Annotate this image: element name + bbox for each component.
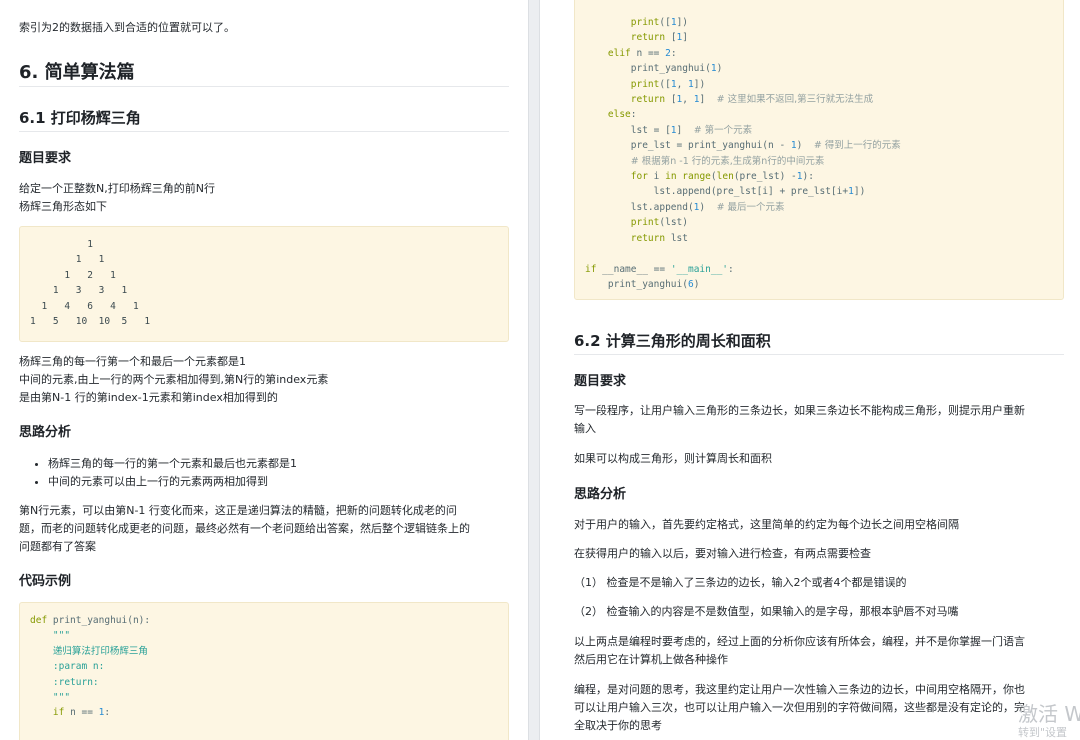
requirements-line-1: 给定一个正整数N,打印杨辉三角的前N行 [19, 182, 215, 195]
analysis-heading: 思路分析 [574, 487, 627, 502]
subsection-title: 6.1 打印杨辉三角 [19, 109, 141, 127]
analysis-bullet-list: 杨辉三角的每一行的第一个元素和最后也元素都是1 中间的元素可以由上一行的元素两两… [30, 455, 297, 491]
description-line-1: 杨辉三角的每一行第一个和最后一个元素都是1 [19, 355, 246, 368]
requirements-heading: 题目要求 [19, 151, 72, 166]
requirements-line-3: 如果可以构成三角形，则计算周长和面积 [574, 452, 772, 465]
section-title: 6. 简单算法篇 [19, 62, 135, 83]
triangle-code-block: 1 1 1 1 2 1 1 3 3 1 1 4 6 4 1 1 5 10 10 … [19, 226, 509, 342]
page-gutter [528, 0, 540, 740]
right-document-page: print([1]) return [1] elif n == 2: print… [540, 0, 1080, 740]
analysis-paragraph-1: 对于用户的输入，首先要约定格式，这里简单的约定为每个边长之间用空格间隔 [574, 518, 959, 531]
triangle-rows: 1 1 1 1 2 1 1 3 3 1 1 4 6 4 1 1 5 10 10 … [30, 239, 151, 328]
code-lines: def print_yanghui(n): """ 递归算法打印杨辉三角 :pa… [30, 615, 151, 719]
check-item-1: （1） 检查是不是输入了三条边的边长，输入2个或者4个都是错误的 [574, 576, 907, 589]
code-continuation-block: print([1]) return [1] elif n == 2: print… [574, 0, 1064, 300]
paragraph-line-2: 题，而老的问题转化成更老的问题，最终必然有一个老问题给出答案，然后整个逻辑链条上… [19, 522, 470, 535]
requirements-line-2: 输入 [574, 422, 596, 435]
activation-watermark-title: 激活 W [1018, 702, 1080, 726]
final-line-1: 编程，是对问题的思考，我这里约定让用户一次性输入三条边的边长，中间用空格隔开，你… [574, 683, 1025, 696]
analysis-heading: 思路分析 [19, 425, 72, 440]
final-line-3: 全取决于你的思考 [574, 719, 662, 732]
intro-line: 索引为2的数据插入到合适的位置就可以了。 [19, 21, 235, 34]
paragraph-line-1: 第N行元素，可以由第N-1 行变化而来，这正是递归算法的精髓，把新的问题转化成老… [19, 504, 457, 517]
section-divider [19, 86, 509, 87]
paragraph-line-3: 问题都有了答案 [19, 540, 96, 553]
requirements-line-2: 杨辉三角形态如下 [19, 200, 107, 213]
description-line-2: 中间的元素,由上一行的两个元素相加得到,第N行的第index元素 [19, 373, 329, 386]
summary-line-1: 以上两点是编程时要考虑的，经过上面的分析你应该有所体会，编程，并不是你掌握一门语… [574, 635, 1025, 648]
bullet-item: 杨辉三角的每一行的第一个元素和最后也元素都是1 [48, 455, 297, 473]
description-line-3: 是由第N-1 行的第index-1元素和第index相加得到的 [19, 391, 278, 404]
code-lines: print([1]) return [1] elif n == 2: print… [585, 17, 901, 290]
final-line-2: 可以让用户输入三次，也可以让用户输入一次但用别的字符做间隔，这些都是没有定论的，… [574, 701, 1025, 714]
summary-line-2: 然后用它在计算机上做各种操作 [574, 653, 728, 666]
check-item-2: （2） 检查输入的内容是不是数值型，如果输入的是字母，那根本驴唇不对马嘴 [574, 605, 959, 618]
bullet-item: 中间的元素可以由上一行的元素两两相加得到 [48, 473, 297, 491]
code-example-block: def print_yanghui(n): """ 递归算法打印杨辉三角 :pa… [19, 602, 509, 740]
subsection-divider [574, 354, 1064, 355]
requirements-heading: 题目要求 [574, 374, 627, 389]
activation-watermark-subtitle: 转到"设置 [1018, 726, 1068, 739]
subsection-title: 6.2 计算三角形的周长和面积 [574, 332, 771, 350]
requirements-line-1: 写一段程序，让用户输入三角形的三条边长，如果三条边长不能构成三角形，则提示用户重… [574, 404, 1025, 417]
analysis-paragraph-2: 在获得用户的输入以后，要对输入进行检查，有两点需要检查 [574, 547, 871, 560]
code-example-heading: 代码示例 [19, 574, 72, 589]
left-document-page: 索引为2的数据插入到合适的位置就可以了。 6. 简单算法篇 6.1 打印杨辉三角… [0, 0, 528, 740]
subsection-divider [19, 131, 509, 132]
